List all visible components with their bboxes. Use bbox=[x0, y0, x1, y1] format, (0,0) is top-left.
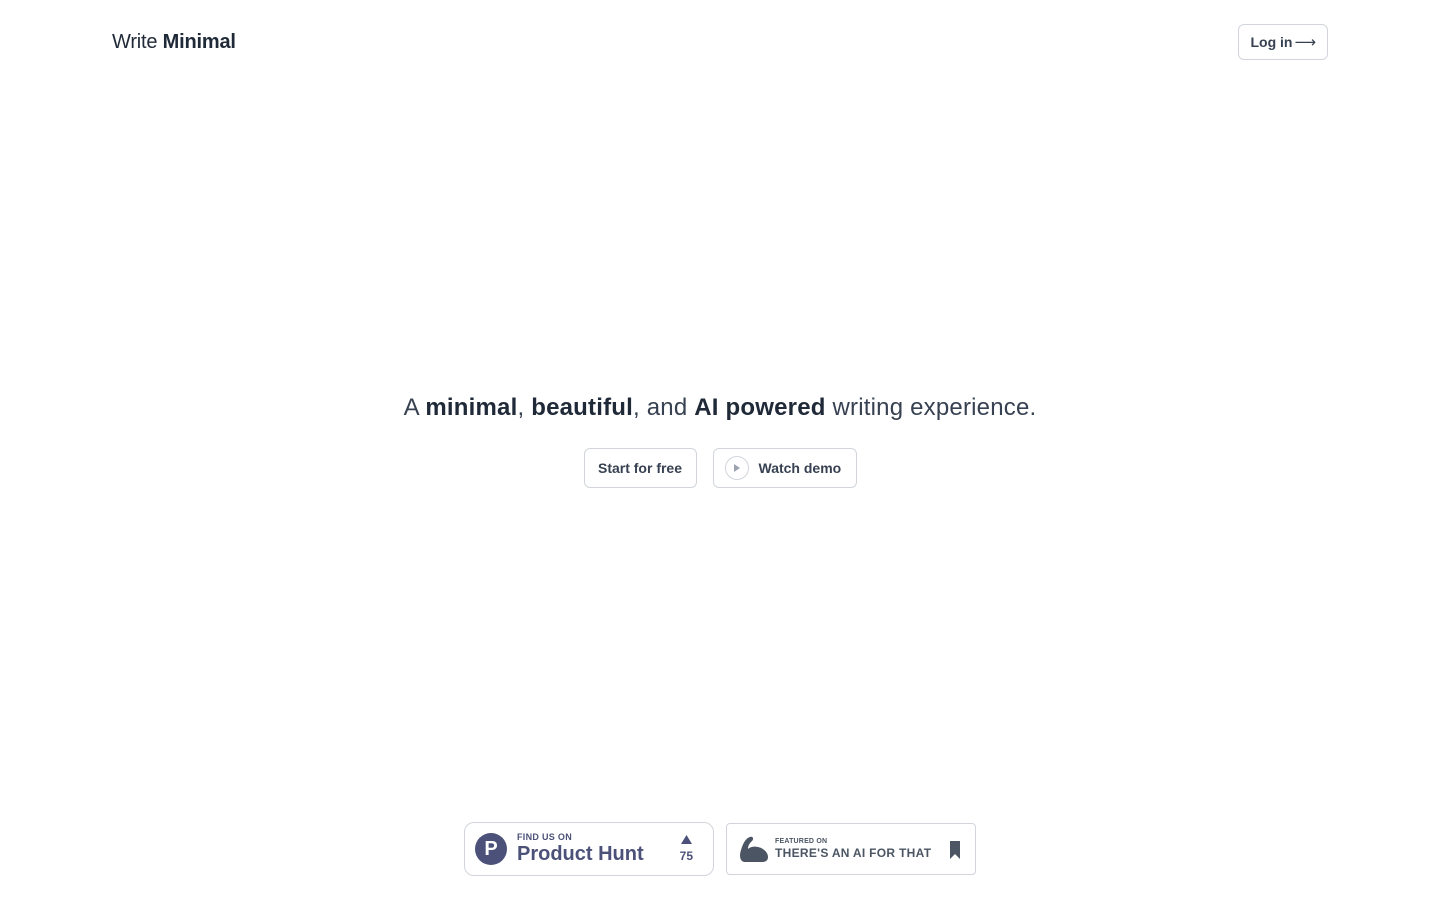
demo-label: Watch demo bbox=[758, 460, 842, 476]
landing-page: Write Minimal Log in ⟶ A minimal, beauti… bbox=[0, 0, 1440, 900]
taaft-badge[interactable]: FEATURED ON THERE'S AN AI FOR THAT bbox=[726, 823, 976, 875]
login-label: Log in bbox=[1250, 34, 1293, 50]
tagline-emphasis-minimal: minimal bbox=[425, 394, 518, 421]
product-hunt-text: FIND US ON Product Hunt bbox=[517, 832, 644, 866]
cta-row: Start for free Watch demo bbox=[0, 448, 1440, 488]
product-hunt-small-label: FIND US ON bbox=[517, 832, 573, 842]
watch-demo-button[interactable]: Watch demo bbox=[712, 448, 857, 488]
triangle-up-icon bbox=[680, 835, 692, 844]
hero-section: A minimal, beautiful, and AI powered wri… bbox=[0, 390, 1440, 426]
tagline-text: writing experience. bbox=[825, 394, 1037, 421]
hero-tagline: A minimal, beautiful, and AI powered wri… bbox=[0, 390, 1440, 426]
taaft-small-label: FEATURED ON bbox=[775, 837, 828, 845]
arm-icon bbox=[740, 836, 768, 862]
tagline-emphasis-beautiful: beautiful bbox=[531, 394, 634, 421]
tagline-emphasis-ai-powered: AI powered bbox=[694, 394, 826, 421]
tagline-text: A bbox=[403, 394, 426, 421]
tagline-text: , bbox=[517, 394, 532, 421]
product-hunt-badge[interactable]: P FIND US ON Product Hunt 75 bbox=[464, 822, 714, 876]
product-hunt-votes: 75 bbox=[680, 835, 693, 863]
tagline-text: , and bbox=[633, 394, 695, 421]
product-hunt-logo-icon: P bbox=[475, 833, 507, 865]
product-hunt-title: Product Hunt bbox=[517, 843, 644, 865]
arrow-right-icon: ⟶ bbox=[1294, 34, 1316, 51]
site-header: Write Minimal Log in ⟶ bbox=[112, 24, 1328, 60]
site-logo[interactable]: Write Minimal bbox=[112, 31, 236, 54]
vote-count: 75 bbox=[679, 849, 693, 863]
featured-badges: P FIND US ON Product Hunt 75 FEATURED ON… bbox=[0, 822, 1440, 876]
start-label: Start for free bbox=[597, 460, 683, 476]
play-glyph bbox=[734, 464, 740, 472]
login-button[interactable]: Log in ⟶ bbox=[1238, 24, 1328, 60]
taaft-text: FEATURED ON THERE'S AN AI FOR THAT bbox=[775, 838, 931, 861]
logo-prefix: Write bbox=[112, 30, 158, 53]
bookmark-icon bbox=[950, 841, 960, 859]
logo-bold: Minimal bbox=[162, 30, 236, 53]
taaft-title: THERE'S AN AI FOR THAT bbox=[775, 845, 932, 860]
start-for-free-button[interactable]: Start for free bbox=[583, 448, 697, 488]
play-icon bbox=[724, 456, 749, 480]
